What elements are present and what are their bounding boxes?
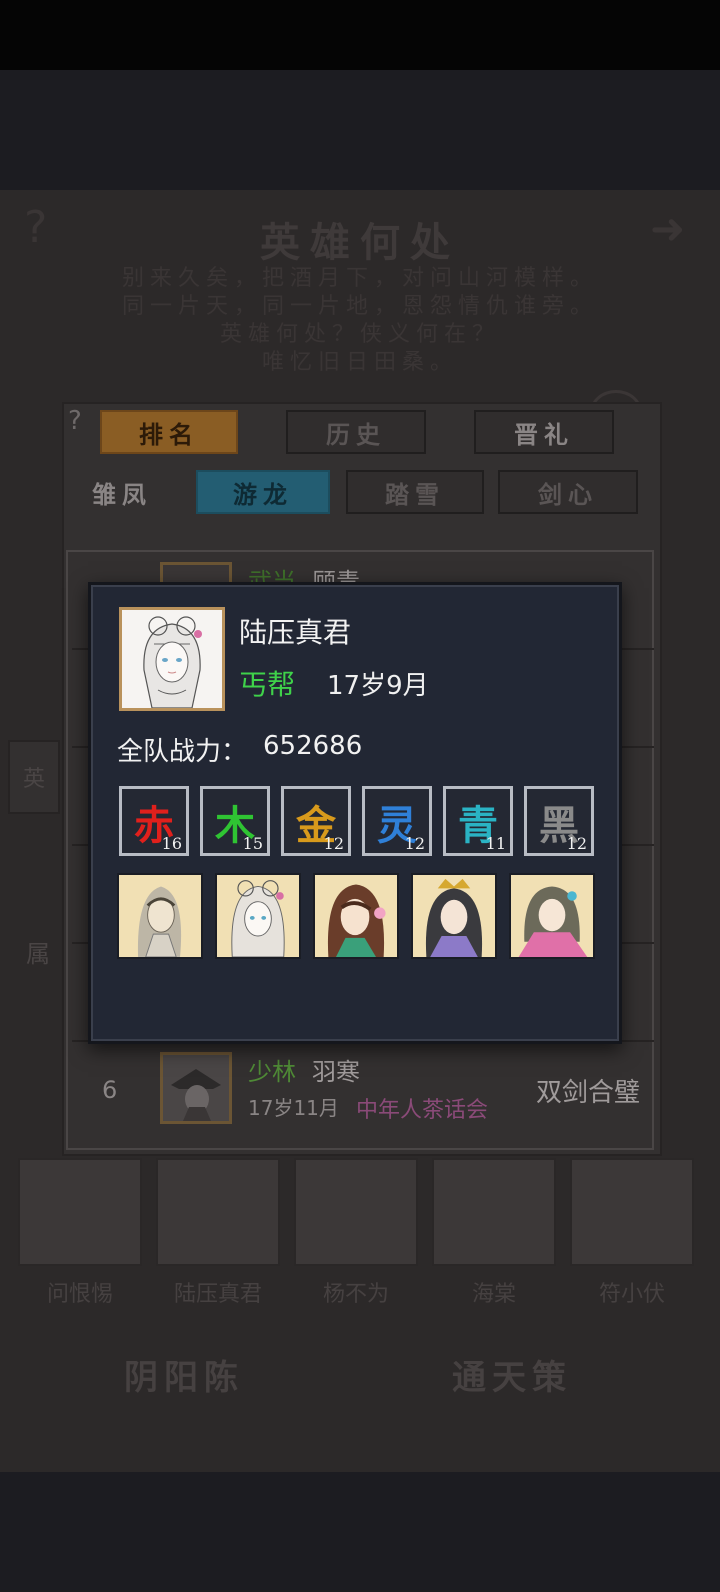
help-icon[interactable]: ? xyxy=(68,406,82,436)
player-avatar xyxy=(119,607,225,711)
tab-youlong[interactable]: 游龙 xyxy=(196,470,330,514)
player-age: 17岁9月 xyxy=(327,671,429,701)
table-row[interactable]: 6 少林 羽寒 17岁11月 中年人茶话会 双剑合璧 xyxy=(72,1042,654,1138)
flower-girl-portrait[interactable] xyxy=(313,873,399,959)
portrait-name: 杨不为 xyxy=(322,1282,389,1307)
element-spirit[interactable]: 灵 12 xyxy=(362,786,432,856)
portrait-name: 问恨惕 xyxy=(46,1282,113,1307)
braided-girl-portrait[interactable] xyxy=(215,873,301,959)
element-level: 12 xyxy=(566,834,587,853)
element-level: 16 xyxy=(161,834,182,853)
element-level: 12 xyxy=(404,834,425,853)
player-sect: 丐帮 xyxy=(239,668,296,701)
element-level: 15 xyxy=(242,834,263,853)
side-label: 属 xyxy=(26,940,50,968)
tab-chufeng[interactable]: 雏凤 xyxy=(64,470,180,514)
status-bar xyxy=(0,0,720,70)
rank-name: 羽寒 xyxy=(312,1058,360,1086)
portrait-card[interactable] xyxy=(156,1158,280,1266)
element-level: 11 xyxy=(485,834,506,853)
swordsman-portrait[interactable] xyxy=(117,873,203,959)
top-band xyxy=(0,70,720,190)
crowned-lady-portrait[interactable] xyxy=(411,873,497,959)
avatar xyxy=(160,1052,232,1124)
rank-age: 17岁11月 xyxy=(248,1096,339,1120)
portrait-name: 陆压真君 xyxy=(173,1282,262,1307)
portrait-card[interactable] xyxy=(294,1158,418,1266)
rank-sect: 少林 xyxy=(248,1058,296,1086)
player-info-modal: 陆压真君 丐帮 17岁9月 全队战力： 652686 赤 16 木 15 金 1… xyxy=(88,582,622,1044)
element-cyan[interactable]: 青 11 xyxy=(443,786,513,856)
tab-ranking[interactable]: 排名 xyxy=(100,410,238,454)
portrait-name: 符小伏 xyxy=(598,1282,665,1307)
rank-number: 6 xyxy=(102,1076,118,1104)
pink-girl-portrait[interactable] xyxy=(509,873,595,959)
tab-taxue[interactable]: 踏雪 xyxy=(346,470,484,514)
team-power-value: 652686 xyxy=(263,731,363,761)
rank-guild: 中年人茶话会 xyxy=(356,1098,489,1123)
element-wood[interactable]: 木 15 xyxy=(200,786,270,856)
player-name: 陆压真君 xyxy=(239,616,352,649)
portrait-name: 海棠 xyxy=(471,1282,516,1307)
tongtian-button[interactable]: 通天策 xyxy=(452,1350,572,1399)
arrow-right-icon[interactable]: ➜ xyxy=(650,204,685,253)
tab-jianxin[interactable]: 剑心 xyxy=(498,470,638,514)
element-gold[interactable]: 金 12 xyxy=(281,786,351,856)
side-tab[interactable]: 英 xyxy=(8,740,60,814)
portrait-card[interactable] xyxy=(432,1158,556,1266)
navigation-bar xyxy=(0,1472,720,1592)
rank-title: 双剑合璧 xyxy=(535,1078,640,1108)
portrait-card[interactable] xyxy=(570,1158,694,1266)
element-level: 12 xyxy=(323,834,344,853)
yinyang-button[interactable]: 阴阳陈 xyxy=(124,1350,244,1399)
team-power-label: 全队战力： xyxy=(117,737,248,767)
element-black[interactable]: 黑 12 xyxy=(524,786,594,856)
poem-line: 唯忆旧日田桑。 xyxy=(261,350,458,375)
tab-history[interactable]: 历史 xyxy=(286,410,426,454)
element-red[interactable]: 赤 16 xyxy=(119,786,189,856)
portrait-card[interactable] xyxy=(18,1158,142,1266)
tab-ceremony[interactable]: 晋礼 xyxy=(474,410,614,454)
